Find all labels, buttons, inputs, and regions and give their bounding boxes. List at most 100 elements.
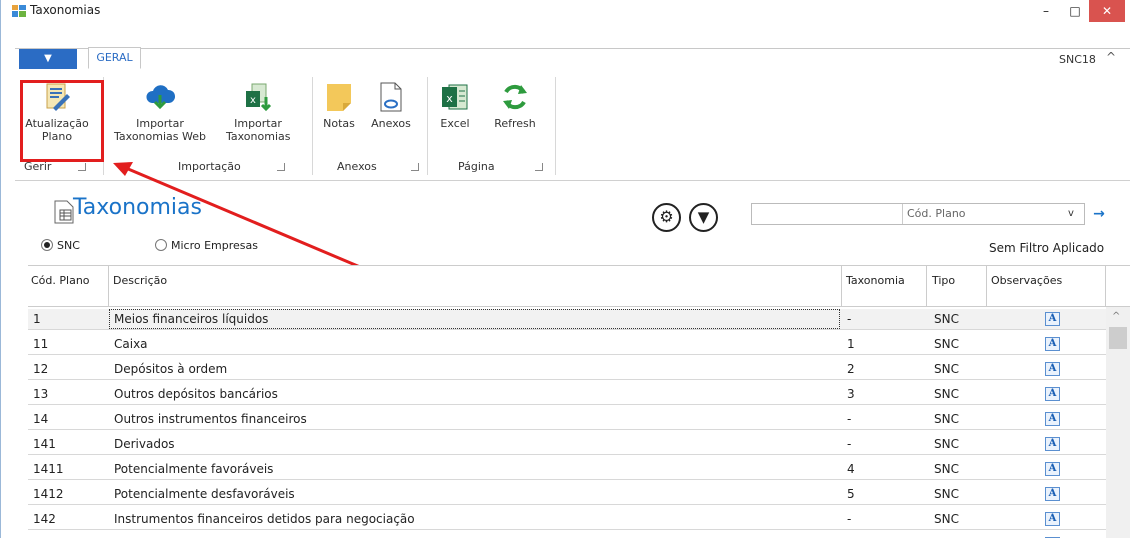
title-bar: Taxonomias – □ ✕ xyxy=(1,0,1130,22)
table-row[interactable]: 1411 Potencialmente favoráveis 4 SNC A xyxy=(28,459,1106,480)
tab-geral[interactable]: GERAL xyxy=(88,47,141,69)
table-row[interactable]: 14 Outros instrumentos financeiros - SNC A xyxy=(28,409,1106,430)
cell-tipo: SNC xyxy=(934,437,959,451)
table-row[interactable]: 141 Derivados - SNC A xyxy=(28,434,1106,455)
cell-focus-rectangle xyxy=(109,309,840,329)
cell-cod-plano: 12 xyxy=(33,362,49,376)
observation-text-icon[interactable]: A xyxy=(1045,487,1060,501)
cell-cod-plano: 1411 xyxy=(33,462,64,476)
observation-text-icon[interactable]: A xyxy=(1045,387,1060,401)
group-importacao-label: Importação xyxy=(178,160,241,173)
search-field-placeholder: Cód. Plano xyxy=(907,207,966,220)
table-row[interactable]: 1421Ativos financeiros6SNCA xyxy=(28,534,1106,538)
cell-tipo: SNC xyxy=(934,412,959,426)
minimize-button[interactable]: – xyxy=(1031,0,1061,22)
grid-header: Cód. Plano Descrição Taxonomia Tipo Obse… xyxy=(28,265,1130,307)
note-icon xyxy=(327,84,351,111)
cell-descricao: Caixa xyxy=(114,337,148,351)
radio-snc-label: SNC xyxy=(57,239,80,252)
svg-text:x: x xyxy=(446,92,453,105)
cell-cod-plano: 141 xyxy=(33,437,56,451)
importar-taxonomias-label: Importar Taxonomias xyxy=(226,117,291,143)
refresh-label: Refresh xyxy=(494,117,536,130)
company-label: SNC18 xyxy=(1059,53,1096,66)
cell-taxonomia: - xyxy=(847,312,852,326)
maximize-button[interactable]: □ xyxy=(1060,0,1090,22)
cloud-download-icon xyxy=(146,85,176,110)
header-observacoes[interactable]: Observações xyxy=(991,274,1062,287)
excel-button[interactable]: x Excel xyxy=(435,81,475,130)
cell-cod-plano: 13 xyxy=(33,387,49,401)
notas-label: Notas xyxy=(323,117,355,130)
cell-tipo: SNC xyxy=(934,462,959,476)
importacao-launcher-icon[interactable] xyxy=(277,163,285,171)
cell-taxonomia: 3 xyxy=(847,387,855,401)
observation-text-icon[interactable]: A xyxy=(1045,337,1060,351)
cell-taxonomia: - xyxy=(847,512,852,526)
taxonomias-window: Taxonomias – □ ✕ ▼ GERAL SNC18 ^ Atualiz… xyxy=(0,0,1130,538)
cell-tipo: SNC xyxy=(934,387,959,401)
header-descricao[interactable]: Descrição xyxy=(113,274,167,287)
anexos-button[interactable]: Anexos xyxy=(366,81,416,130)
importar-taxonomias-button[interactable]: x Importar Taxonomias xyxy=(223,81,293,143)
observation-text-icon[interactable]: A xyxy=(1045,412,1060,426)
filter-funnel-icon[interactable]: ▼ xyxy=(689,203,718,232)
table-row[interactable]: 12 Depósitos à ordem 2 SNC A xyxy=(28,359,1106,380)
settings-gear-icon[interactable]: ⚙ xyxy=(652,203,681,232)
table-row[interactable]: 142 Instrumentos financeiros detidos para… xyxy=(28,509,1106,530)
anexos-launcher-icon[interactable] xyxy=(411,163,419,171)
cell-tipo: SNC xyxy=(934,337,959,351)
table-row[interactable]: 13 Outros depósitos bancários 3 SNC A xyxy=(28,384,1106,405)
radio-micro-label: Micro Empresas xyxy=(171,239,259,252)
radio-snc-dot xyxy=(41,239,53,251)
observation-text-icon[interactable]: A xyxy=(1045,312,1060,326)
cell-taxonomia: 4 xyxy=(847,462,855,476)
observation-text-icon[interactable]: A xyxy=(1045,462,1060,476)
cell-descricao: Outros depósitos bancários xyxy=(114,387,278,401)
table-row[interactable]: 1 Meios financeiros líquidos - SNC A xyxy=(28,309,1106,330)
vertical-scrollbar[interactable]: ^ xyxy=(1106,307,1130,538)
observation-text-icon[interactable]: A xyxy=(1045,437,1060,451)
excel-label: Excel xyxy=(440,117,470,130)
header-taxonomia[interactable]: Taxonomia xyxy=(846,274,905,287)
filter-status-text: Sem Filtro Aplicado xyxy=(989,241,1105,255)
table-row[interactable]: 1412 Potencialmente desfavoráveis 5 SNC A xyxy=(28,484,1106,505)
header-tipo[interactable]: Tipo xyxy=(932,274,955,287)
refresh-button[interactable]: Refresh xyxy=(487,81,543,130)
window-title: Taxonomias xyxy=(30,3,101,17)
radio-micro-empresas[interactable]: Micro Empresas xyxy=(155,239,258,252)
search-input[interactable]: Cód. Plano xyxy=(751,203,1085,225)
search-go-arrow-icon[interactable]: → xyxy=(1088,204,1110,224)
scroll-thumb[interactable] xyxy=(1109,327,1127,349)
observation-text-icon[interactable]: A xyxy=(1045,512,1060,526)
column-divider xyxy=(1105,266,1106,307)
importar-taxonomias-web-button[interactable]: Importar Taxonomias Web xyxy=(107,81,213,143)
scroll-up-icon[interactable]: ^ xyxy=(1112,311,1120,322)
collapse-ribbon-icon[interactable]: ^ xyxy=(1106,50,1116,64)
gerir-launcher-icon[interactable] xyxy=(78,163,86,171)
observation-text-icon[interactable]: A xyxy=(1045,362,1060,376)
file-menu-button[interactable]: ▼ xyxy=(19,49,77,69)
table-row[interactable]: 11 Caixa 1 SNC A xyxy=(28,334,1106,355)
cell-tipo: SNC xyxy=(934,312,959,326)
cell-cod-plano: 14 xyxy=(33,412,49,426)
close-button[interactable]: ✕ xyxy=(1089,0,1125,22)
cell-taxonomia: 2 xyxy=(847,362,855,376)
radio-snc[interactable]: SNC xyxy=(41,239,80,252)
group-pagina-label: Página xyxy=(458,160,495,173)
taxonomias-grid: Cód. Plano Descrição Taxonomia Tipo Obse… xyxy=(28,265,1130,538)
cell-descricao: Derivados xyxy=(114,437,175,451)
cell-tipo: SNC xyxy=(934,487,959,501)
column-divider xyxy=(986,266,987,307)
cell-taxonomia: - xyxy=(847,412,852,426)
group-separator xyxy=(555,77,556,175)
notas-button[interactable]: Notas xyxy=(317,81,361,130)
cell-cod-plano: 11 xyxy=(33,337,49,351)
pagina-launcher-icon[interactable] xyxy=(535,163,543,171)
group-separator xyxy=(312,77,313,175)
excel-icon: x xyxy=(442,84,468,110)
header-cod-plano[interactable]: Cód. Plano xyxy=(31,274,90,287)
search-dropdown-icon[interactable]: v xyxy=(1063,205,1079,223)
svg-text:x: x xyxy=(250,95,256,106)
cell-descricao: Instrumentos financeiros detidos para ne… xyxy=(114,512,415,526)
